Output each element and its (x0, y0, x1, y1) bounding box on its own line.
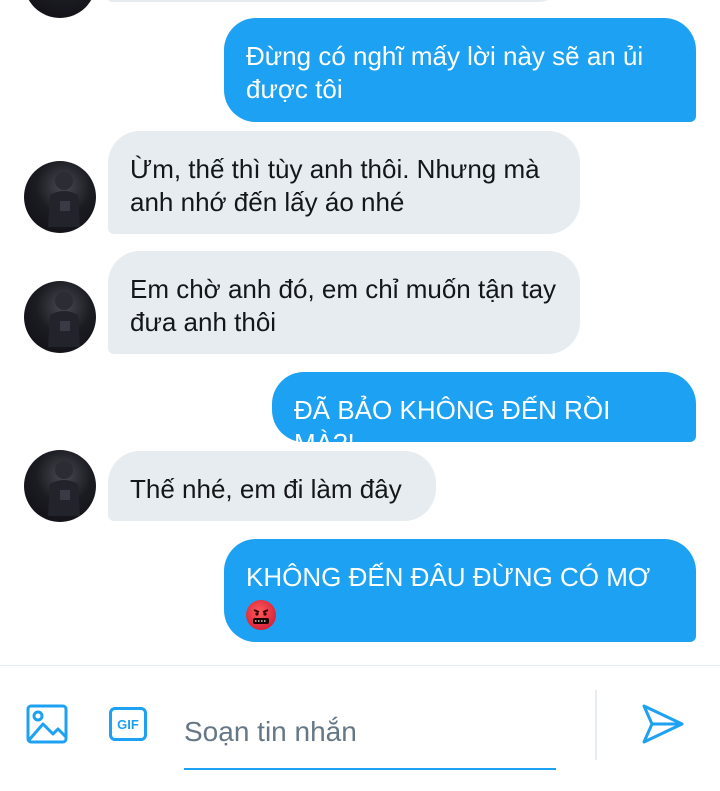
avatar[interactable] (24, 161, 96, 233)
message-bubble-incoming: Thế nhé, em đi làm đây (108, 451, 436, 521)
image-icon (26, 704, 68, 744)
message-bubble-incoming: Ừm, thế thì tùy anh thôi. Nhưng mà anh n… (108, 131, 580, 234)
message-bubble-incoming: Em chờ anh đó, em chỉ muốn tận tay đưa a… (108, 251, 580, 354)
message-bubble-incoming (108, 0, 560, 2)
gif-icon: GIF (109, 707, 147, 741)
message-input[interactable] (184, 696, 556, 770)
add-gif-button[interactable]: GIF (108, 706, 148, 742)
avatar[interactable] (24, 0, 96, 18)
message-composer: GIF (0, 666, 720, 791)
message-text: Đừng có nghĩ mấy lời này sẽ an ủi được t… (246, 41, 644, 104)
message-thread: Đừng có nghĩ mấy lời này sẽ an ủi được t… (0, 0, 720, 665)
avatar[interactable] (24, 450, 96, 522)
person-silhouette-icon (48, 292, 80, 347)
person-silhouette-icon (48, 461, 80, 516)
gif-label: GIF (117, 716, 139, 732)
send-button[interactable] (640, 702, 686, 746)
message-text: ĐÃ BẢO KHÔNG ĐẾN RỒI MÀ?! (294, 395, 611, 458)
message-bubble-outgoing: Đừng có nghĩ mấy lời này sẽ an ủi được t… (224, 18, 696, 122)
angry-face-with-symbols-icon (246, 600, 276, 631)
avatar[interactable] (24, 281, 96, 353)
message-bubble-outgoing: KHÔNG ĐẾN ĐÂU ĐỪNG CÓ MƠ (224, 539, 696, 642)
add-image-button[interactable] (26, 704, 68, 744)
message-text: Ừm, thế thì tùy anh thôi. Nhưng mà anh n… (130, 154, 540, 217)
message-text: Em chờ anh đó, em chỉ muốn tận tay đưa a… (130, 274, 557, 337)
message-bubble-outgoing: ĐÃ BẢO KHÔNG ĐẾN RỒI MÀ?! (272, 372, 696, 458)
send-icon (642, 704, 684, 744)
message-text: KHÔNG ĐẾN ĐÂU ĐỪNG CÓ MƠ (246, 562, 651, 592)
composer-separator (595, 690, 597, 760)
person-silhouette-icon (48, 172, 80, 227)
message-text: Thế nhé, em đi làm đây (130, 474, 402, 504)
